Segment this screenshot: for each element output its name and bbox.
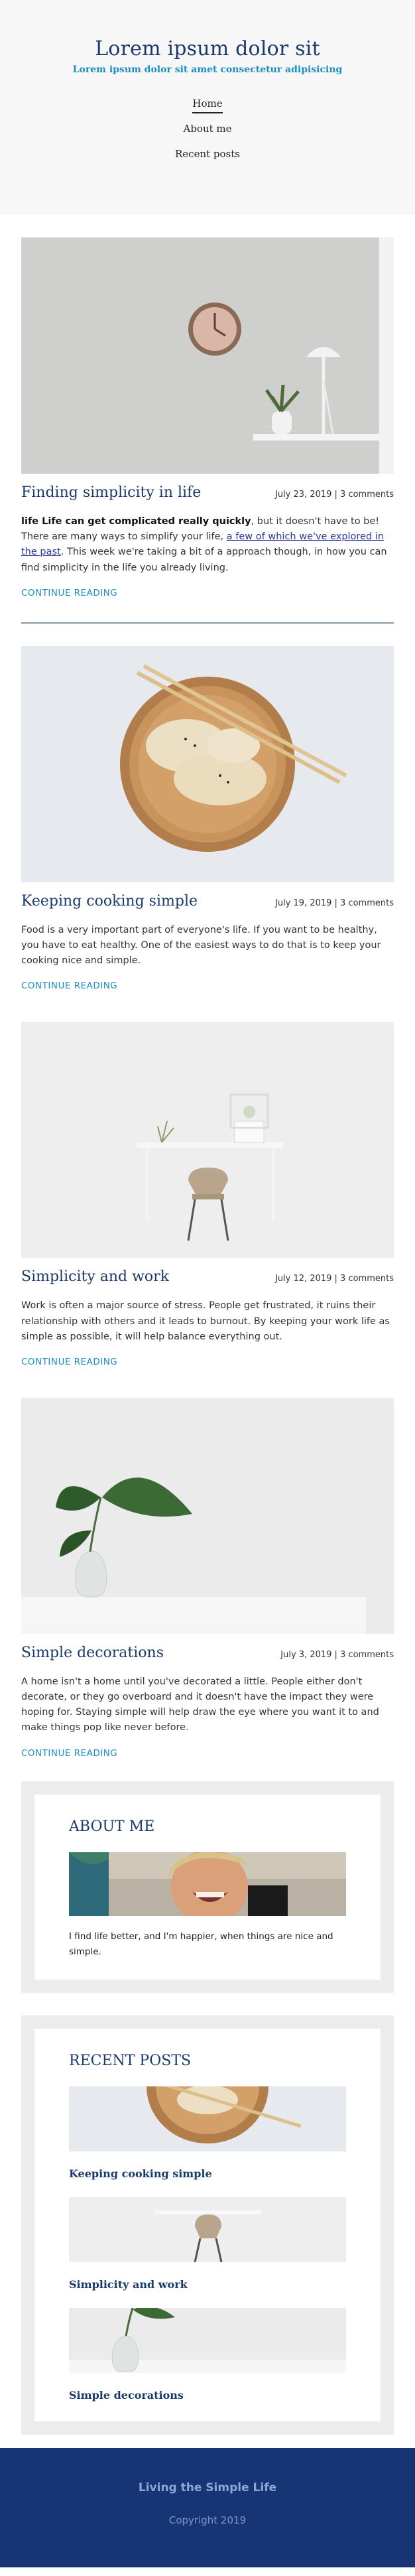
vase-leaves-photo xyxy=(21,1397,394,1634)
post-meta: July 12, 2019 | 3 comments xyxy=(275,1274,394,1284)
post-simplicity-work: Simplicity and work July 12, 2019 | 3 co… xyxy=(21,1022,394,1367)
about-widget-inner: ABOUT ME I find life better, and I'm hap… xyxy=(34,1794,381,1980)
post-excerpt: A home isn't a home until you've decorat… xyxy=(21,1676,379,1733)
desk-chair-photo xyxy=(21,1022,394,1258)
main-content: Finding simplicity in life July 23, 2019… xyxy=(0,215,415,2435)
recent-post-image[interactable] xyxy=(69,2086,346,2151)
clock-plant-photo xyxy=(21,237,394,474)
post-title[interactable]: Finding simplicity in life xyxy=(21,484,201,501)
post-simple-decorations: Simple decorations July 3, 2019 | 3 comm… xyxy=(21,1397,394,1759)
post-header: Simple decorations July 3, 2019 | 3 comm… xyxy=(21,1645,394,1661)
recent-post-image[interactable] xyxy=(69,2197,346,2262)
site-footer: Living the Simple Life Copyright 2019 xyxy=(0,2447,415,2567)
about-text: I find life better, and I'm happier, whe… xyxy=(69,1931,333,1957)
about-avatar xyxy=(69,1852,346,1916)
site-header: Lorem ipsum dolor sit Lorem ipsum dolor … xyxy=(0,0,415,215)
footer-title: Living the Simple Life xyxy=(138,2480,277,2494)
post-meta: July 3, 2019 | 3 comments xyxy=(280,1649,394,1660)
nav-recent-posts-label: Recent posts xyxy=(175,148,240,160)
post-title[interactable]: Simplicity and work xyxy=(21,1268,169,1285)
recent-dumplings-thumb xyxy=(69,2086,346,2151)
post-title[interactable]: Keeping cooking simple xyxy=(21,893,198,910)
post-excerpt: Food is a very important part of everyon… xyxy=(21,924,381,967)
recent-post-image[interactable] xyxy=(69,2307,346,2373)
nav-about-me[interactable]: About me xyxy=(161,123,254,135)
continue-reading-link[interactable]: CONTINUE READING xyxy=(21,1748,117,1759)
recent-vase-thumb xyxy=(69,2307,346,2373)
nav-about-me-label: About me xyxy=(183,123,232,135)
nav-home[interactable]: Home xyxy=(161,98,254,113)
site-title: Lorem ipsum dolor sit xyxy=(95,37,320,60)
post-excerpt-text-end: . This week we're taking a bit of a appr… xyxy=(21,547,387,573)
post-image-clock-plant[interactable] xyxy=(21,237,394,474)
dumplings-photo xyxy=(21,645,394,882)
recent-chair-thumb xyxy=(69,2197,346,2262)
post-header: Keeping cooking simple July 19, 2019 | 3… xyxy=(21,893,394,910)
recent-posts-widget-inner: RECENT POSTS Keeping cooking simple Simp… xyxy=(34,2028,381,2421)
continue-reading-link[interactable]: CONTINUE READING xyxy=(21,588,117,598)
about-widget: ABOUT ME I find life better, and I'm hap… xyxy=(21,1781,394,1993)
continue-reading-link[interactable]: CONTINUE READING xyxy=(21,981,117,991)
site-tagline: Lorem ipsum dolor sit amet consectetur a… xyxy=(72,64,343,75)
post-divider xyxy=(21,622,394,624)
nav-recent-posts[interactable]: Recent posts xyxy=(161,148,254,160)
post-finding-simplicity: Finding simplicity in life July 23, 2019… xyxy=(21,237,394,598)
recent-posts-widget: RECENT POSTS Keeping cooking simple Simp… xyxy=(21,2015,394,2435)
post-header: Simplicity and work July 12, 2019 | 3 co… xyxy=(21,1268,394,1285)
post-meta: July 19, 2019 | 3 comments xyxy=(275,898,394,908)
about-title: ABOUT ME xyxy=(69,1818,155,1835)
post-excerpt: life Life can get complicated really qui… xyxy=(21,514,394,576)
post-excerpt: Work is often a major source of stress. … xyxy=(21,1300,390,1342)
post-header: Finding simplicity in life July 23, 2019… xyxy=(21,484,394,501)
continue-reading-link[interactable]: CONTINUE READING xyxy=(21,1357,117,1367)
recent-post-title[interactable]: Keeping cooking simple xyxy=(69,2167,346,2180)
recent-post-title[interactable]: Simplicity and work xyxy=(69,2278,346,2291)
recent-post-item[interactable]: Simplicity and work xyxy=(69,2197,346,2291)
recent-posts-title: RECENT POSTS xyxy=(69,2052,192,2069)
recent-post-title[interactable]: Simple decorations xyxy=(69,2389,346,2402)
nav-home-label: Home xyxy=(192,98,223,113)
main-nav: Home About me Recent posts xyxy=(0,98,415,160)
post-spacer xyxy=(21,991,394,1022)
recent-post-item[interactable]: Keeping cooking simple xyxy=(69,2086,346,2180)
about-avatar-image xyxy=(69,1852,346,1916)
post-excerpt-bold: life Life can get complicated really qui… xyxy=(21,516,251,527)
footer-copyright: Copyright 2019 xyxy=(168,2514,247,2526)
post-image-vase-leaves[interactable] xyxy=(21,1397,394,1634)
recent-post-item[interactable]: Simple decorations xyxy=(69,2307,346,2402)
post-keeping-cooking: Keeping cooking simple July 19, 2019 | 3… xyxy=(21,645,394,991)
post-image-dumplings[interactable] xyxy=(21,645,394,882)
post-image-desk-chair[interactable] xyxy=(21,1022,394,1258)
post-title[interactable]: Simple decorations xyxy=(21,1645,164,1661)
post-meta: July 23, 2019 | 3 comments xyxy=(275,490,394,500)
post-spacer xyxy=(21,1367,394,1398)
